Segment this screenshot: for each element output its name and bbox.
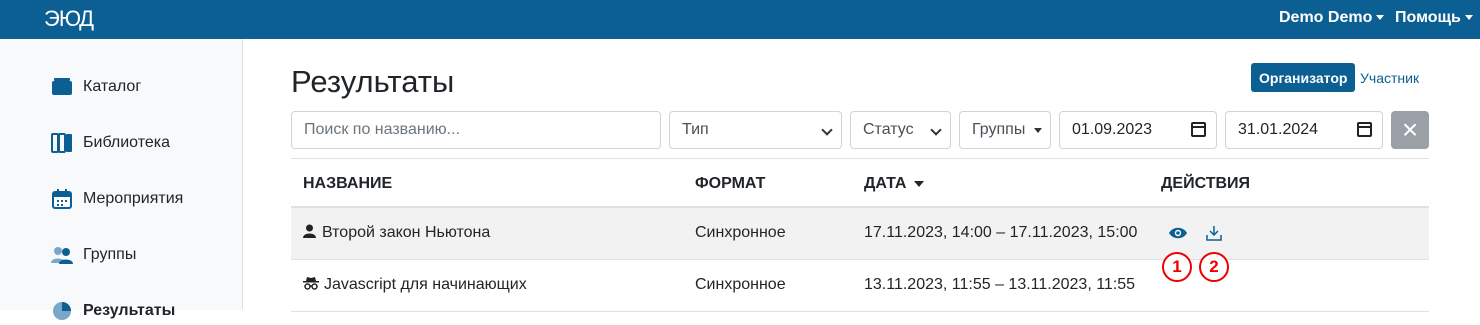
brand-logo[interactable]: ЭЮД — [44, 6, 94, 32]
sidebar-item-label: Каталог — [83, 78, 142, 95]
sidebar-item-label: Группы — [83, 246, 137, 263]
eye-icon — [1169, 227, 1187, 239]
role-participant-button[interactable]: Участник — [1352, 63, 1427, 92]
role-organizer-button[interactable]: Организатор — [1251, 63, 1356, 92]
row-name-cell[interactable]: Второй закон Ньютона — [303, 224, 490, 243]
page-title: Результаты — [291, 64, 455, 99]
status-select[interactable]: Статус — [850, 111, 951, 149]
close-icon: × — [1401, 114, 1419, 145]
type-select[interactable]: Тип — [669, 111, 842, 149]
download-button[interactable] — [1202, 221, 1226, 245]
row-format: Синхронное — [695, 276, 786, 293]
results-icon — [50, 299, 74, 323]
table-header: НАЗВАНИЕ ФОРМАТ ДАТА ДЕЙСТВИЯ — [291, 158, 1429, 208]
groups-dropdown-label: Группы — [972, 121, 1026, 138]
sidebar: Каталог Библиотека Мероприятия Группы Ре… — [0, 39, 243, 320]
groups-icon — [50, 243, 74, 267]
groups-dropdown[interactable]: Группы — [959, 111, 1051, 149]
sidebar-item-label: Результаты — [83, 302, 176, 319]
top-navbar: ЭЮД Demo Demo Помощь — [0, 0, 1480, 39]
library-icon — [50, 131, 74, 155]
sidebar-item-events[interactable]: Мероприятия — [50, 185, 183, 213]
sidebar-item-catalog[interactable]: Каталог — [50, 73, 141, 101]
clear-filters-button[interactable]: × — [1391, 111, 1429, 149]
column-header-format[interactable]: ФОРМАТ — [695, 175, 765, 193]
download-icon — [1206, 226, 1222, 241]
search-placeholder: Поиск по названию... — [304, 121, 461, 138]
chevron-down-icon — [821, 124, 833, 136]
calendar-icon — [50, 187, 74, 211]
search-input[interactable]: Поиск по названию... — [291, 111, 661, 149]
row-format: Синхронное — [695, 224, 786, 241]
column-header-name[interactable]: НАЗВАНИЕ — [303, 175, 392, 193]
date-to-input[interactable]: 31.01.2024 — [1225, 111, 1383, 149]
table-row: Второй закон Ньютона Синхронное 17.11.20… — [291, 208, 1429, 260]
annotation-marker-1: 1 — [1162, 252, 1192, 282]
chevron-down-icon — [1376, 15, 1385, 21]
column-header-date[interactable]: ДАТА — [864, 175, 925, 193]
sidebar-item-library[interactable]: Библиотека — [50, 129, 170, 157]
view-results-button[interactable] — [1166, 221, 1190, 245]
sidebar-item-label: Мероприятия — [83, 190, 184, 207]
sidebar-item-groups[interactable]: Группы — [50, 241, 136, 269]
column-header-actions: ДЕЙСТВИЯ — [1161, 175, 1251, 192]
chevron-down-icon — [930, 124, 942, 136]
calendar-icon[interactable] — [1357, 122, 1372, 137]
sidebar-item-results[interactable]: Результаты — [50, 297, 175, 325]
user-menu-label: Demo Demo — [1279, 9, 1373, 26]
person-icon — [303, 224, 317, 243]
help-menu-label: Помощь — [1395, 9, 1461, 26]
row-date: 17.11.2023, 14:00 – 17.11.2023, 15:00 — [864, 224, 1138, 241]
table-row: Javascript для начинающих Синхронное 13.… — [291, 260, 1429, 312]
date-from-value: 01.09.2023 — [1072, 121, 1153, 138]
catalog-icon — [50, 75, 74, 99]
sort-descending-icon — [914, 180, 925, 187]
annotation-marker-2: 2 — [1199, 252, 1229, 282]
date-to-value: 31.01.2024 — [1238, 121, 1319, 138]
status-select-value: Статус — [863, 121, 914, 138]
chevron-down-icon — [1464, 15, 1473, 21]
row-name: Второй закон Ньютона — [322, 224, 491, 241]
column-header-date-label: ДАТА — [864, 175, 907, 192]
row-name: Javascript для начинающих — [324, 276, 527, 293]
caret-down-icon — [1034, 128, 1042, 133]
type-select-value: Тип — [682, 121, 709, 138]
date-from-input[interactable]: 01.09.2023 — [1059, 111, 1217, 149]
row-name-cell[interactable]: Javascript для начинающих — [303, 276, 527, 295]
user-menu[interactable]: Demo Demo — [1279, 9, 1385, 27]
row-date: 13.11.2023, 11:55 – 13.11.2023, 11:55 — [864, 276, 1136, 293]
calendar-icon[interactable] — [1191, 122, 1206, 137]
incognito-icon — [303, 276, 319, 295]
help-menu[interactable]: Помощь — [1395, 9, 1473, 27]
sidebar-item-label: Библиотека — [83, 134, 170, 151]
